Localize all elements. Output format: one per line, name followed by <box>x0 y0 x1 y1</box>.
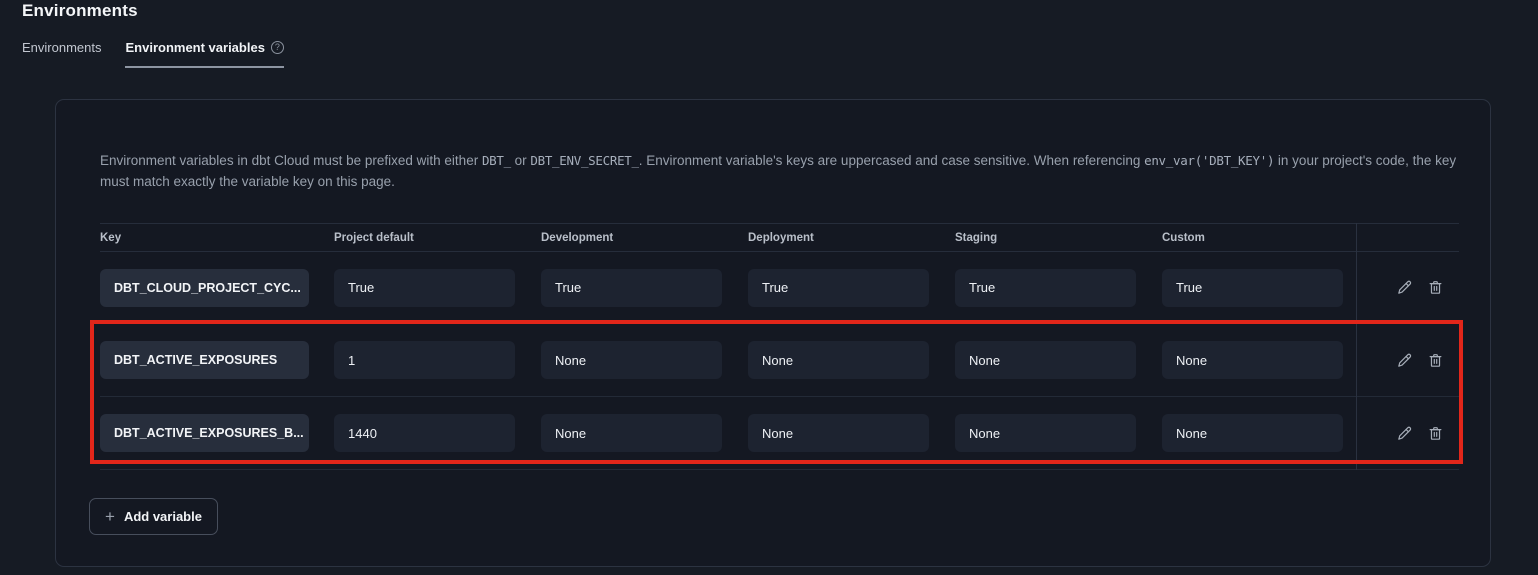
trash-icon[interactable] <box>1426 424 1444 442</box>
variable-value-development[interactable]: None <box>541 414 722 452</box>
column-header-project-default: Project default <box>334 232 541 244</box>
variable-key: DBT_CLOUD_PROJECT_CYC... <box>100 269 309 307</box>
variable-value-staging[interactable]: None <box>955 341 1136 379</box>
add-variable-button[interactable]: + Add variable <box>89 498 218 535</box>
column-header-staging: Staging <box>955 232 1162 244</box>
variable-value-staging[interactable]: None <box>955 414 1136 452</box>
row-actions <box>1356 397 1459 469</box>
tab-environments[interactable]: Environments <box>22 40 101 68</box>
variable-key: DBT_ACTIVE_EXPOSURES_B... <box>100 414 309 452</box>
plus-icon: + <box>105 508 115 525</box>
variable-value-development[interactable]: True <box>541 269 722 307</box>
table-row: DBT_ACTIVE_EXPOSURES 1 None None None No… <box>100 324 1459 397</box>
description-segment: Environment variables in dbt Cloud must … <box>100 153 482 168</box>
pencil-icon[interactable] <box>1395 279 1413 297</box>
tab-environment-variables[interactable]: Environment variables ? <box>125 40 283 68</box>
column-header-development: Development <box>541 232 748 244</box>
variable-value-deployment[interactable]: None <box>748 341 929 379</box>
table-header-row: Key Project default Development Deployme… <box>100 223 1459 252</box>
column-header-custom: Custom <box>1162 232 1356 244</box>
trash-icon[interactable] <box>1426 279 1444 297</box>
page-title: Environments <box>22 1 138 21</box>
variable-key: DBT_ACTIVE_EXPOSURES <box>100 341 309 379</box>
code-env-var-reference: env_var('DBT_KEY') <box>1144 153 1274 168</box>
trash-icon[interactable] <box>1426 351 1444 369</box>
description-segment: . Environment variable's keys are upperc… <box>639 153 1144 168</box>
environment-variables-card: Environment variables in dbt Cloud must … <box>55 99 1491 567</box>
tab-bar: Environments Environment variables ? <box>22 40 284 68</box>
tab-environments-label: Environments <box>22 40 101 55</box>
pencil-icon[interactable] <box>1395 351 1413 369</box>
column-header-deployment: Deployment <box>748 232 955 244</box>
table-row: DBT_CLOUD_PROJECT_CYC... True True True … <box>100 252 1459 324</box>
table-actions-divider <box>1356 223 1357 470</box>
variable-value-project-default[interactable]: True <box>334 269 515 307</box>
tab-environment-variables-label: Environment variables <box>125 40 264 55</box>
help-icon[interactable]: ? <box>271 41 284 54</box>
row-actions <box>1356 252 1459 323</box>
description-text: Environment variables in dbt Cloud must … <box>100 150 1468 192</box>
variable-value-project-default[interactable]: 1 <box>334 341 515 379</box>
table-row: DBT_ACTIVE_EXPOSURES_B... 1440 None None… <box>100 397 1459 470</box>
column-header-key: Key <box>100 232 334 244</box>
variable-value-staging[interactable]: True <box>955 269 1136 307</box>
pencil-icon[interactable] <box>1395 424 1413 442</box>
variable-value-custom[interactable]: True <box>1162 269 1343 307</box>
variable-value-custom[interactable]: None <box>1162 414 1343 452</box>
variable-value-development[interactable]: None <box>541 341 722 379</box>
code-dbt-prefix: DBT_ <box>482 153 511 168</box>
row-actions <box>1356 324 1459 396</box>
description-segment: or <box>511 153 531 168</box>
environment-variables-table: Key Project default Development Deployme… <box>100 223 1459 470</box>
variable-value-deployment[interactable]: True <box>748 269 929 307</box>
variable-value-deployment[interactable]: None <box>748 414 929 452</box>
variable-value-project-default[interactable]: 1440 <box>334 414 515 452</box>
variable-value-custom[interactable]: None <box>1162 341 1343 379</box>
add-variable-label: Add variable <box>124 509 202 524</box>
code-dbt-env-secret-prefix: DBT_ENV_SECRET_ <box>530 153 638 168</box>
